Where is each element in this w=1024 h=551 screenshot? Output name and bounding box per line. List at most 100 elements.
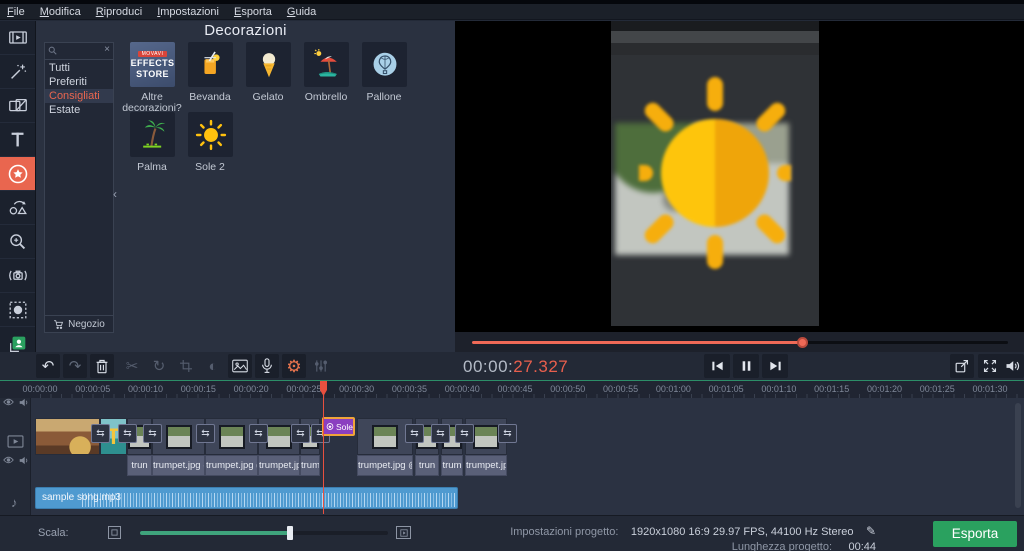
timeline-zoom-fill [140,531,290,535]
ruler-label: 00:00:30 [339,384,374,394]
undo-button[interactable]: ↶ [36,354,60,378]
ruler-label: 00:00:05 [75,384,110,394]
zoom-out-timeline-button[interactable] [108,526,121,539]
sidebar-item-pan-zoom[interactable] [0,225,35,259]
sidebar-item-titles[interactable] [0,123,35,157]
decoration-tile-bevanda[interactable] [188,42,233,87]
overlay-track-visibility-icon[interactable] [3,398,14,406]
rotate-button[interactable]: ↻ [147,354,171,378]
clip-label: trumpet.jpg ( [205,455,258,476]
delete-button[interactable] [90,354,114,378]
gear-icon: ⚙ [286,358,301,375]
sidebar-item-callouts[interactable] [0,191,35,225]
overlay-track-mute-icon[interactable] [19,398,29,407]
sidebar-item-filters[interactable] [0,55,35,89]
edit-settings-icon[interactable]: ✎ [866,524,876,538]
decoration-label[interactable]: Pallone [349,92,419,103]
category-tutti[interactable]: Tutti [45,61,113,75]
transition-icon[interactable]: ⇆ [291,424,310,443]
open-in-player-button[interactable] [950,354,974,378]
transition-icon[interactable]: ⇆ [455,424,474,443]
redo-button[interactable]: ↷ [63,354,87,378]
decoration-tile-pallone[interactable] [362,42,407,87]
clip-thumbnail-image [166,425,192,449]
color-adjust-button[interactable]: ◐ [201,354,225,378]
audio-clip[interactable]: sample song.mp3 [35,487,458,509]
transition-icon[interactable]: ⇆ [196,424,215,443]
media-icon [7,27,29,49]
decoration-label[interactable]: Sole 2 [175,162,245,173]
volume-button[interactable] [1000,354,1024,378]
sidebar-item-media[interactable] [0,21,35,55]
audio-track-icon[interactable]: ♪ [11,495,18,510]
store-button[interactable]: Negozio [45,315,113,332]
zoom-in-timeline-button[interactable] [396,526,411,539]
pause-button[interactable] [733,354,759,378]
sidebar-item-stickers[interactable] [0,157,35,191]
menu-impostazioni[interactable]: Impostazioni [157,6,219,18]
project-length-row: Lunghezza progetto: 00:44 [732,537,876,551]
export-button[interactable]: Esporta [933,521,1017,547]
transition-icon[interactable]: ⇆ [249,424,268,443]
seek-bar[interactable] [472,341,1008,344]
panel-title: Decorazioni [36,22,455,39]
decoration-tile-effects-store[interactable]: MOVAVI EFFECTS STORE [130,42,175,87]
store-button-label: Negozio [68,319,105,330]
sidebar-item-stabilization[interactable] [0,259,35,293]
decoration-tile-gelato[interactable] [246,42,291,87]
ruler-label: 00:00:25 [286,384,321,394]
category-preferiti[interactable]: Preferiti [45,75,113,89]
decoration-tile-palma[interactable] [130,112,175,157]
next-frame-button[interactable] [762,354,788,378]
previous-frame-button[interactable] [704,354,730,378]
split-button[interactable]: ✂ [120,354,144,378]
ruler-label: 00:01:00 [656,384,691,394]
decoration-tile-sole-2[interactable] [188,112,233,157]
video-preview [455,21,1024,332]
search-input[interactable] [57,45,103,58]
menu-esporta[interactable]: Esporta [234,6,272,18]
video-track-visibility-icon[interactable] [3,456,14,464]
audio-properties-button[interactable] [309,354,333,378]
menu-file[interactable]: File [7,6,25,18]
seek-bar-row [455,332,1024,352]
transition-icon[interactable]: ⇆ [91,424,110,443]
crop-button[interactable] [174,354,198,378]
timeline-ruler[interactable]: 00:00:0000:00:0500:00:1000:00:1500:00:20… [0,381,1024,398]
ruler-label: 00:01:30 [973,384,1008,394]
clear-search-icon[interactable]: × [104,44,110,55]
transition-icon[interactable]: ⇆ [143,424,162,443]
menu-modifica[interactable]: Modifica [40,6,81,18]
video-track-icon[interactable] [7,435,24,448]
transition-icon[interactable]: ⇆ [431,424,450,443]
transition-icon[interactable]: ⇆ [498,424,517,443]
record-audio-button[interactable] [255,354,279,378]
sidebar-item-chroma-key[interactable] [0,293,35,327]
transition-icon[interactable]: ⇆ [405,424,424,443]
ruler-label: 00:00:00 [22,384,57,394]
timeline-zoom-handle[interactable] [287,526,293,540]
collapse-panel-handle[interactable]: ‹ [113,184,122,204]
ruler-label: 00:00:10 [128,384,163,394]
menu-riproduci[interactable]: Riproduci [96,6,142,18]
timeline-zoom-slider[interactable] [140,531,388,535]
ruler-label: 00:01:05 [709,384,744,394]
category-estate[interactable]: Estate [45,103,113,117]
add-media-button[interactable] [228,354,252,378]
search-box[interactable]: × [45,43,113,60]
seek-bar-handle[interactable] [797,337,808,348]
fullscreen-button[interactable] [978,354,1002,378]
timeline-scrollbar[interactable] [1015,403,1021,508]
video-track-mute-icon[interactable] [19,456,29,465]
decoration-tile-ombrello[interactable] [304,42,349,87]
category-consigliati[interactable]: Consigliati [45,89,113,103]
clip-properties-button[interactable]: ⚙ [282,354,306,378]
sticker-clip-sole[interactable]: Sole [322,417,355,436]
playhead-line[interactable] [323,381,324,514]
previous-frame-icon [711,360,724,372]
sidebar-item-transitions[interactable] [0,89,35,123]
project-settings-label: Impostazioni progetto: [510,526,618,538]
contrast-icon: ◐ [208,359,217,374]
transition-icon[interactable]: ⇆ [118,424,137,443]
menu-guida[interactable]: Guida [287,6,316,18]
